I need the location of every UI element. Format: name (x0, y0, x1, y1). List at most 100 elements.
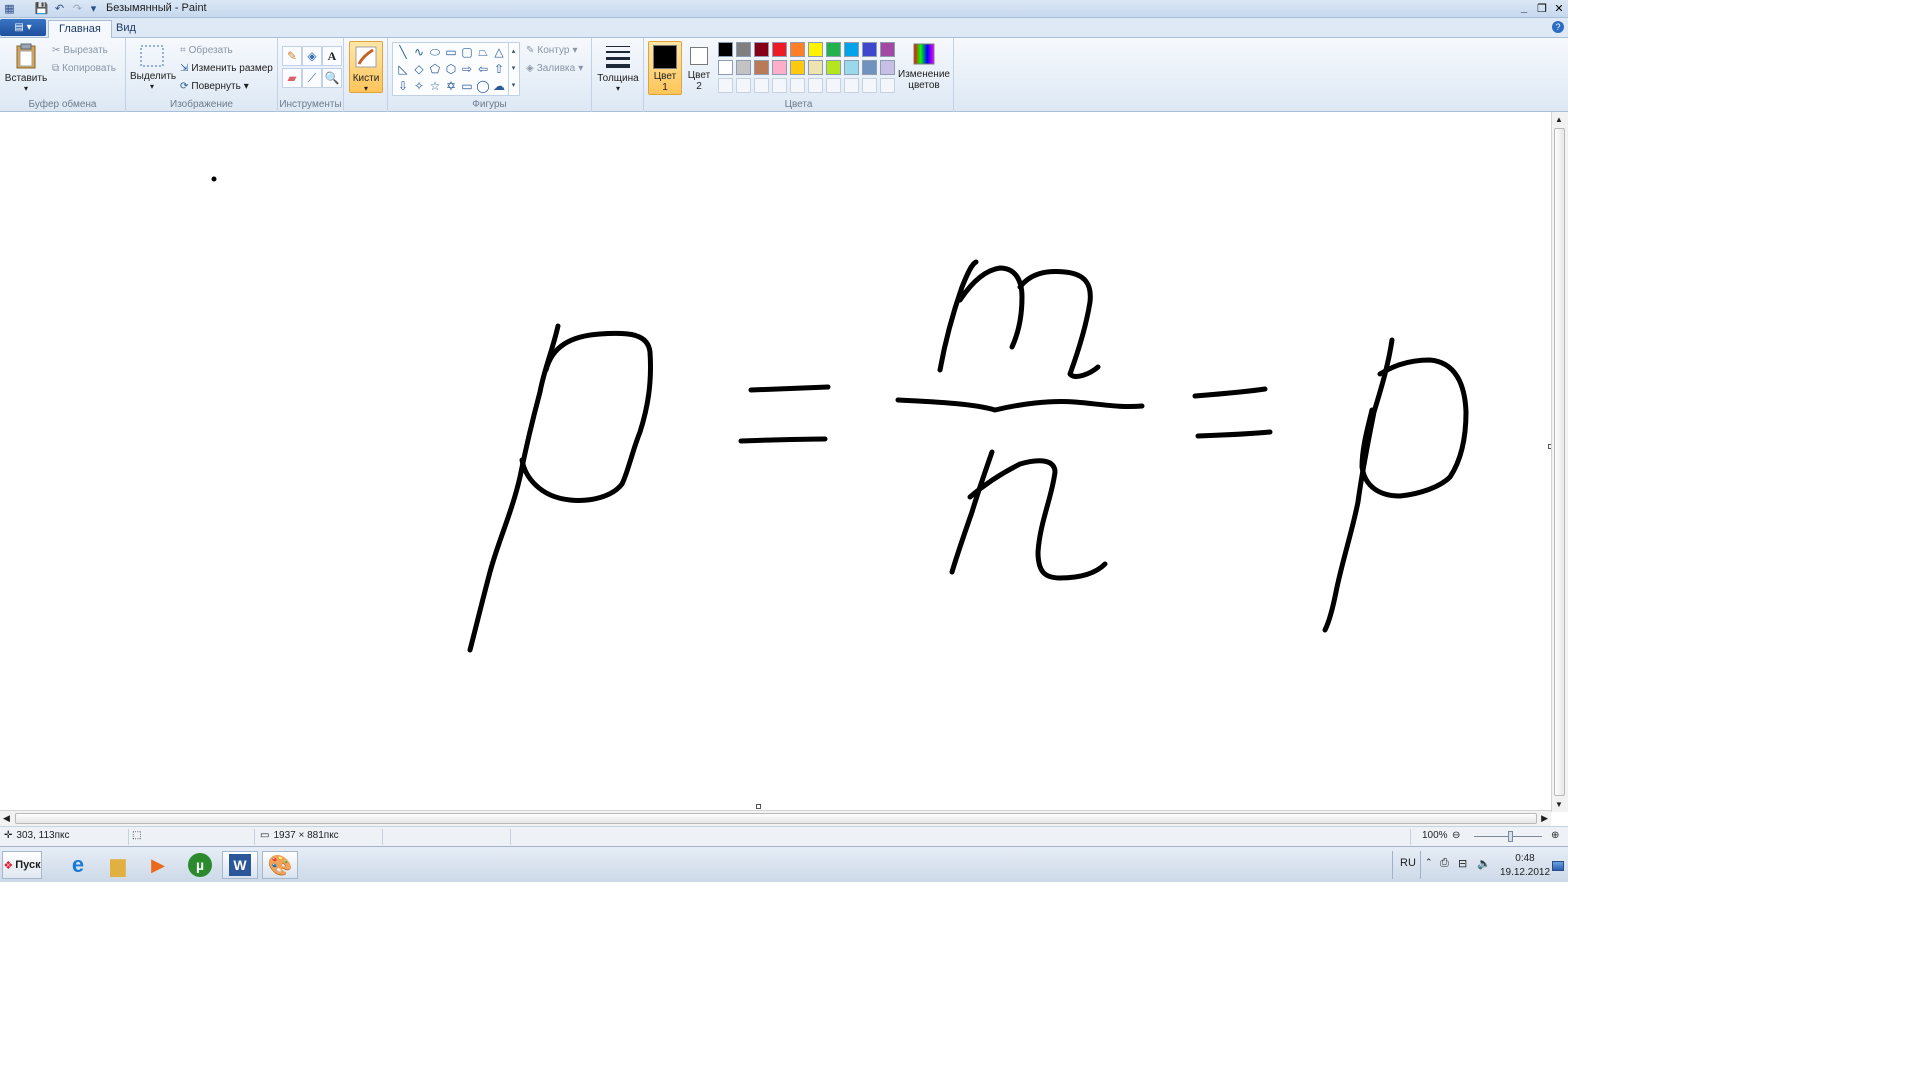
custom-color-slot[interactable] (808, 78, 823, 93)
palette-swatch[interactable] (826, 60, 841, 75)
pentagon-shape-icon[interactable]: ⬠ (427, 61, 443, 77)
taskbar-explorer[interactable]: ▆ (100, 851, 136, 879)
zoom-slider-thumb[interactable] (1508, 831, 1513, 842)
scroll-left-icon[interactable]: ◀ (3, 813, 10, 824)
redo-icon[interactable]: ↷ (70, 1, 85, 16)
diamond-shape-icon[interactable]: ◇ (411, 61, 427, 77)
clock-time[interactable]: 0:48 (1500, 853, 1550, 864)
callout-rect-shape-icon[interactable]: ▭ (459, 78, 475, 94)
custom-color-slot[interactable] (826, 78, 841, 93)
safely-remove-icon[interactable]: ⎙ (1440, 857, 1449, 870)
custom-color-slot[interactable] (880, 78, 895, 93)
resize-button[interactable]: ⇲ Изменить размер (180, 60, 273, 76)
horizontal-scroll-thumb[interactable] (15, 813, 1537, 824)
taskbar-internet-explorer[interactable]: e (60, 851, 96, 879)
scroll-up-icon[interactable]: ▲ (1555, 115, 1563, 124)
horizontal-scrollbar[interactable]: ◀ ▶ (0, 810, 1551, 826)
color-picker-tool[interactable]: ⟋ (302, 68, 322, 88)
drawing-canvas[interactable] (0, 112, 1568, 812)
network-icon[interactable]: ⊟ (1458, 857, 1467, 870)
custom-color-slot[interactable] (754, 78, 769, 93)
tab-home[interactable]: Главная (48, 20, 112, 39)
triangle-shape-icon[interactable]: △ (491, 44, 507, 60)
taskbar-media-player[interactable]: ▶ (140, 851, 176, 879)
undo-icon[interactable]: ↶ (52, 1, 67, 16)
palette-swatch[interactable] (736, 42, 751, 57)
line-shape-icon[interactable]: ╲ (395, 44, 411, 60)
color2-button[interactable]: Цвет 2 (684, 41, 714, 95)
rectangle-shape-icon[interactable]: ▭ (443, 44, 459, 60)
polygon-shape-icon[interactable]: ⏢ (475, 44, 491, 60)
custom-color-slot[interactable] (772, 78, 787, 93)
taskbar-word[interactable]: W (222, 851, 258, 879)
vertical-scroll-thumb[interactable] (1554, 128, 1565, 796)
app-menu-button[interactable]: ▤ ▾ (0, 19, 46, 36)
maximize-button[interactable]: ❐ (1534, 1, 1550, 15)
tab-view[interactable]: Вид (106, 20, 146, 39)
cloud-callout-shape-icon[interactable]: ☁ (491, 78, 507, 94)
palette-swatch[interactable] (808, 60, 823, 75)
zoom-out-button[interactable]: ⊖ (1452, 830, 1460, 841)
paste-button[interactable]: Вставить ▾ (4, 42, 48, 93)
palette-swatch[interactable] (772, 42, 787, 57)
canvas-resize-handle-bottom[interactable] (756, 804, 761, 809)
eraser-tool[interactable]: ▰ (282, 68, 302, 88)
outline-button[interactable]: ✎ Контур ▾ (526, 42, 577, 58)
shapes-gallery-scroll[interactable]: ▴ ▾ ▾ (508, 43, 518, 95)
palette-swatch[interactable] (754, 42, 769, 57)
color1-button[interactable]: Цвет 1 (648, 41, 682, 95)
palette-swatch[interactable] (844, 60, 859, 75)
show-hidden-icons-icon[interactable]: ⌃ (1425, 857, 1433, 868)
hexagon-shape-icon[interactable]: ⬡ (443, 61, 459, 77)
show-desktop-button[interactable] (1552, 861, 1564, 871)
zoom-in-button[interactable]: ⊕ (1551, 830, 1559, 841)
up-arrow-shape-icon[interactable]: ⇧ (491, 61, 507, 77)
rotate-button[interactable]: ⟳ Повернуть ▾ (180, 78, 249, 94)
close-button[interactable]: ✕ (1551, 1, 1567, 15)
palette-swatch[interactable] (718, 60, 733, 75)
palette-swatch[interactable] (862, 42, 877, 57)
palette-swatch[interactable] (880, 60, 895, 75)
custom-color-slot[interactable] (790, 78, 805, 93)
oval-shape-icon[interactable]: ⬭ (427, 44, 443, 60)
crop-button[interactable]: ⌗ Обрезать (180, 42, 233, 58)
palette-swatch[interactable] (862, 60, 877, 75)
palette-swatch[interactable] (736, 60, 751, 75)
fill-tool[interactable]: ◈ (302, 46, 322, 66)
palette-swatch[interactable] (718, 42, 733, 57)
canvas-drawing[interactable] (0, 112, 1551, 810)
quick-access-dropdown-icon[interactable]: ▾ (86, 1, 101, 16)
custom-color-slot[interactable] (736, 78, 751, 93)
left-arrow-shape-icon[interactable]: ⇦ (475, 61, 491, 77)
vertical-scrollbar[interactable]: ▲ ▼ (1551, 112, 1568, 812)
right-triangle-shape-icon[interactable]: ◺ (395, 61, 411, 77)
scroll-down-icon[interactable]: ▼ (1555, 800, 1563, 809)
minimize-button[interactable]: _ (1516, 1, 1532, 15)
taskbar-paint[interactable]: 🎨 (262, 851, 298, 879)
pencil-tool[interactable]: ✎ (282, 46, 302, 66)
callout-oval-shape-icon[interactable]: ◯ (475, 78, 491, 94)
brushes-button[interactable]: Кисти ▾ (349, 41, 383, 93)
palette-swatch[interactable] (790, 60, 805, 75)
palette-swatch[interactable] (772, 60, 787, 75)
down-arrow-shape-icon[interactable]: ⇩ (395, 78, 411, 94)
volume-icon[interactable]: 🔈 (1477, 857, 1491, 870)
fill-button[interactable]: ◈ Заливка ▾ (526, 60, 583, 76)
custom-color-slot[interactable] (862, 78, 877, 93)
right-arrow-shape-icon[interactable]: ⇨ (459, 61, 475, 77)
edit-colors-button[interactable]: Изменение цветов (896, 42, 952, 91)
custom-color-slot[interactable] (844, 78, 859, 93)
custom-color-slot[interactable] (718, 78, 733, 93)
six-point-star-shape-icon[interactable]: ✡ (443, 78, 459, 94)
cut-button[interactable]: ✂ Вырезать (52, 42, 108, 58)
curve-shape-icon[interactable]: ∿ (411, 44, 427, 60)
rounded-rectangle-shape-icon[interactable]: ▢ (459, 44, 475, 60)
select-button[interactable]: Выделить ▾ (130, 44, 176, 91)
palette-swatch[interactable] (826, 42, 841, 57)
palette-swatch[interactable] (808, 42, 823, 57)
taskbar-utorrent[interactable]: µ (182, 851, 218, 879)
save-icon[interactable]: 💾 (34, 1, 49, 16)
palette-swatch[interactable] (754, 60, 769, 75)
text-tool[interactable]: A (322, 46, 342, 66)
copy-button[interactable]: ⧉ Копировать (52, 60, 116, 76)
